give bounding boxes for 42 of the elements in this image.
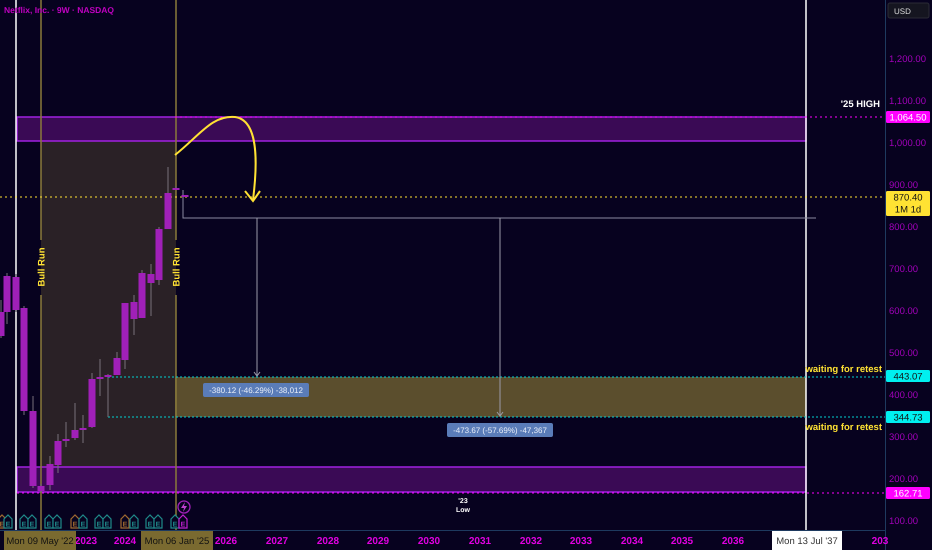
- price-badge: 344.73: [886, 411, 930, 424]
- time-axis-label: 2026: [214, 536, 238, 547]
- price-axis-label: 800.00: [889, 222, 918, 233]
- price-axis-label: 300.00: [889, 432, 918, 443]
- price-badge: 1,064.50: [886, 111, 930, 124]
- lightning-icon[interactable]: [177, 500, 191, 514]
- time-axis-label: 2031: [468, 536, 492, 547]
- price-badge: 162.71: [886, 487, 930, 500]
- time-axis-label: 2033: [570, 536, 592, 547]
- time-axis-label: 2029: [366, 536, 390, 547]
- price-axis-label: 200.00: [889, 474, 918, 485]
- time-axis-label: 2030: [418, 536, 440, 547]
- price-axis-label: 100.00: [889, 516, 918, 527]
- price-axis-label: 600.00: [889, 306, 918, 317]
- price-badge: 443.07: [886, 370, 930, 382]
- time-axis-label: 2023: [74, 536, 98, 547]
- time-axis-label: 2034: [620, 536, 644, 547]
- price-axis-label: 400.00: [889, 390, 918, 401]
- time-axis-label: 2028: [316, 536, 340, 547]
- date-label: Mon 06 Jan '25: [141, 531, 213, 550]
- time-axis-label: 2032: [520, 536, 542, 547]
- time-axis-label: 2027: [266, 536, 288, 547]
- price-axis-label: 700.00: [889, 264, 918, 275]
- time-axis-label: 2036: [722, 536, 744, 547]
- chart-note: Bull Run: [36, 247, 48, 287]
- measurement-label: -473.67 (-57.69%) -47,367: [447, 423, 553, 437]
- time-axis-label: 203: [872, 536, 888, 547]
- price-axis-label: 900.00: [889, 180, 918, 191]
- date-label: Mon 13 Jul '37: [772, 531, 842, 550]
- price-axis-label: 1,100.00: [889, 96, 926, 107]
- candle: [182, 194, 188, 198]
- chart-note: '25 HIGH: [840, 99, 880, 110]
- price-axis-label: 500.00: [889, 348, 918, 359]
- time-axis-label: 2024: [114, 536, 136, 547]
- chart-note: Bull Run: [172, 247, 182, 287]
- price-badge: 870.40 1M 1d: [886, 191, 930, 216]
- measurement-label: -380.12 (-46.29%) -38,012: [203, 383, 309, 397]
- price-axis-label: 1,200.00: [889, 54, 926, 65]
- time-axis-label: 2035: [670, 536, 694, 547]
- currency-button[interactable]: USD: [888, 2, 930, 18]
- date-label: Mon 09 May '22: [4, 531, 76, 550]
- price-axis-label: 1,000.00: [889, 138, 926, 149]
